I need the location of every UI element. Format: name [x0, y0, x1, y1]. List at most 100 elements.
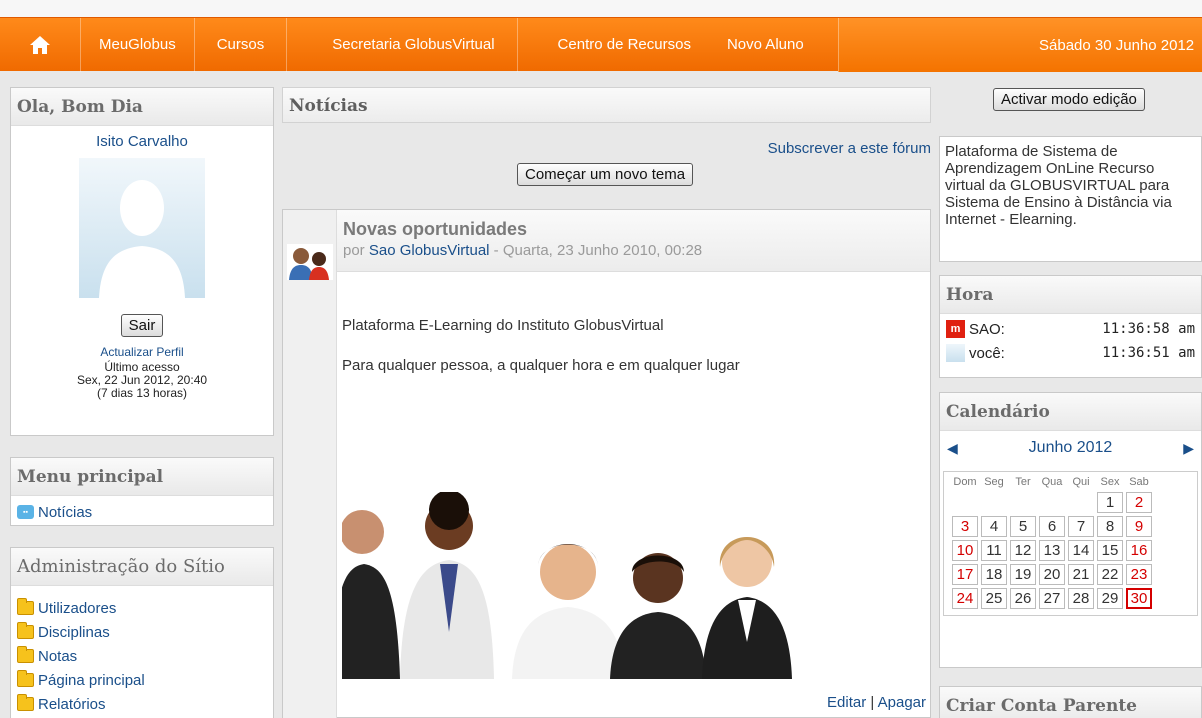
person-silhouette-icon	[99, 180, 185, 298]
calendar-day[interactable]: 1	[1097, 492, 1123, 513]
prev-month-icon[interactable]: ◀	[947, 440, 958, 457]
profile-block-title: Ola, Bom Dia	[11, 88, 273, 126]
calendar-month[interactable]: Junho 2012	[958, 439, 1183, 457]
actions-separator: |	[866, 694, 878, 711]
admin-item-label: Utilizadores	[38, 599, 117, 617]
time-row-value: 11:36:51 am	[1102, 345, 1195, 361]
calendar-grid: Dom Seg Ter Qua Qui Sex Sab 1 2 3 4 5 6 7 8 9 10 11 12 13 1…	[949, 472, 1155, 612]
folder-icon	[17, 646, 34, 663]
calendar-day[interactable]: 26	[1010, 588, 1036, 609]
subscribe-forum-link[interactable]: Subscrever a este fórum	[768, 140, 931, 157]
calendar-day[interactable]: 3	[952, 516, 978, 537]
calendar-day[interactable]: 20	[1039, 564, 1065, 585]
parent-account-title: Criar Conta Parente	[940, 687, 1201, 718]
nav-secretaria[interactable]: Secretaria GlobusVirtual	[286, 17, 516, 72]
main-menu-title: Menu principal	[11, 458, 273, 496]
calendar-day[interactable]: 29	[1097, 588, 1123, 609]
avatar[interactable]	[79, 158, 205, 298]
time-block-title: Hora	[940, 276, 1201, 314]
calendar-day[interactable]: 4	[981, 516, 1007, 537]
calendar-day[interactable]: 2	[1126, 492, 1152, 513]
weekday-header: Qui	[1072, 476, 1090, 488]
post-header: Novas oportunidades por Sao GlobusVirtua…	[337, 210, 930, 272]
nav-meuglobus[interactable]: MeuGlobus	[80, 17, 194, 72]
admin-item-disciplinas[interactable]: Disciplinas	[11, 620, 273, 644]
weekday-header: Ter	[1015, 476, 1031, 488]
delete-post-link[interactable]: Apagar	[878, 694, 926, 711]
calendar-day[interactable]: 24	[952, 588, 978, 609]
menu-item-noticias[interactable]: ▪▪ Notícias	[11, 500, 273, 524]
admin-item-relatorios[interactable]: Relatórios	[11, 692, 273, 716]
post-actions: Editar | Apagar	[827, 694, 926, 711]
calendar-day[interactable]: 27	[1039, 588, 1065, 609]
forum-icon: ▪▪	[17, 505, 34, 519]
nav-centro-recursos[interactable]: Centro de Recursos	[516, 17, 713, 72]
calendar-day[interactable]: 13	[1039, 540, 1065, 561]
folder-icon	[17, 694, 34, 711]
description-block: Plataforma de Sistema de Aprendizagem On…	[939, 136, 1202, 262]
calendar-day[interactable]: 5	[1010, 516, 1036, 537]
main-navbar: MeuGlobus Cursos Secretaria GlobusVirtua…	[0, 17, 1202, 72]
calendar-empty-cell	[952, 492, 978, 513]
folder-icon	[17, 670, 34, 687]
calendar-day[interactable]: 17	[952, 564, 978, 585]
site-admin-title: Administração do Sítio	[11, 548, 273, 586]
new-topic-button[interactable]: Começar um novo tema	[517, 163, 694, 186]
calendar-title: Calendário	[940, 393, 1201, 431]
calendar-day[interactable]: 19	[1010, 564, 1036, 585]
post-date: - Quarta, 23 Junho 2010, 00:28	[489, 242, 703, 259]
calendar-day[interactable]: 30	[1126, 588, 1152, 609]
weekday-header: Sab	[1129, 476, 1149, 488]
post-line-2: Para qualquer pessoa, a qualquer hora e …	[342, 357, 740, 374]
profile-name-link[interactable]: Isito Carvalho	[11, 133, 273, 150]
calendar-day[interactable]: 23	[1126, 564, 1152, 585]
calendar-day[interactable]: 22	[1097, 564, 1123, 585]
weekday-header: Seg	[984, 476, 1004, 488]
site-description: Plataforma de Sistema de Aprendizagem On…	[945, 143, 1172, 228]
admin-item-label: Disciplinas	[38, 623, 110, 641]
admin-item-utilizadores[interactable]: Utilizadores	[11, 596, 273, 620]
calendar-day[interactable]: 9	[1126, 516, 1152, 537]
calendar-day[interactable]: 14	[1068, 540, 1094, 561]
last-access-ago: (7 dias 13 horas)	[96, 386, 188, 400]
next-month-icon[interactable]: ▶	[1183, 440, 1194, 457]
calendar-day[interactable]: 21	[1068, 564, 1094, 585]
edit-mode-button[interactable]: Activar modo edição	[993, 88, 1145, 111]
post-photo-group	[342, 492, 797, 679]
post-author-column	[283, 210, 337, 718]
user-flag-icon: m	[946, 320, 965, 338]
time-row-label: SAO:	[969, 320, 1005, 338]
admin-item-pagina-principal[interactable]: Página principal	[11, 668, 273, 692]
time-row-label: você:	[969, 344, 1005, 362]
logout-button[interactable]: Sair	[120, 314, 164, 337]
home-button[interactable]	[0, 18, 80, 72]
calendar-day[interactable]: 6	[1039, 516, 1065, 537]
edit-post-link[interactable]: Editar	[827, 694, 866, 711]
calendar-day[interactable]: 16	[1126, 540, 1152, 561]
calendar-empty-cell	[981, 492, 1007, 513]
folder-icon	[17, 622, 34, 639]
calendar-day[interactable]: 28	[1068, 588, 1094, 609]
post-author-link[interactable]: Sao GlobusVirtual	[369, 242, 490, 259]
home-icon	[30, 35, 50, 54]
calendar-day[interactable]: 7	[1068, 516, 1094, 537]
update-profile-link[interactable]: Actualizar Perfil	[11, 346, 273, 359]
calendar-day[interactable]: 18	[981, 564, 1007, 585]
calendar-day[interactable]: 10	[952, 540, 978, 561]
menu-item-label: Notícias	[38, 503, 93, 521]
weekday-header: Sex	[1100, 476, 1120, 488]
calendar-day[interactable]: 12	[1010, 540, 1036, 561]
calendar-day[interactable]: 25	[981, 588, 1007, 609]
people-photo	[342, 492, 797, 679]
nav-cursos[interactable]: Cursos	[193, 17, 287, 72]
nav-novo-aluno[interactable]: Novo Aluno	[713, 18, 826, 72]
calendar-day[interactable]: 8	[1097, 516, 1123, 537]
current-date: Sábado 30 Junho 2012	[838, 18, 1202, 72]
post-line-1: Plataforma E-Learning do Instituto Globu…	[342, 317, 664, 334]
author-avatar[interactable]	[287, 244, 333, 280]
admin-item-notas[interactable]: Notas	[11, 644, 273, 668]
admin-item-label: Notas	[38, 647, 78, 665]
calendar-day[interactable]: 11	[981, 540, 1007, 561]
calendar-day[interactable]: 15	[1097, 540, 1123, 561]
main-menu-block: Menu principal ▪▪ Notícias	[10, 457, 274, 526]
